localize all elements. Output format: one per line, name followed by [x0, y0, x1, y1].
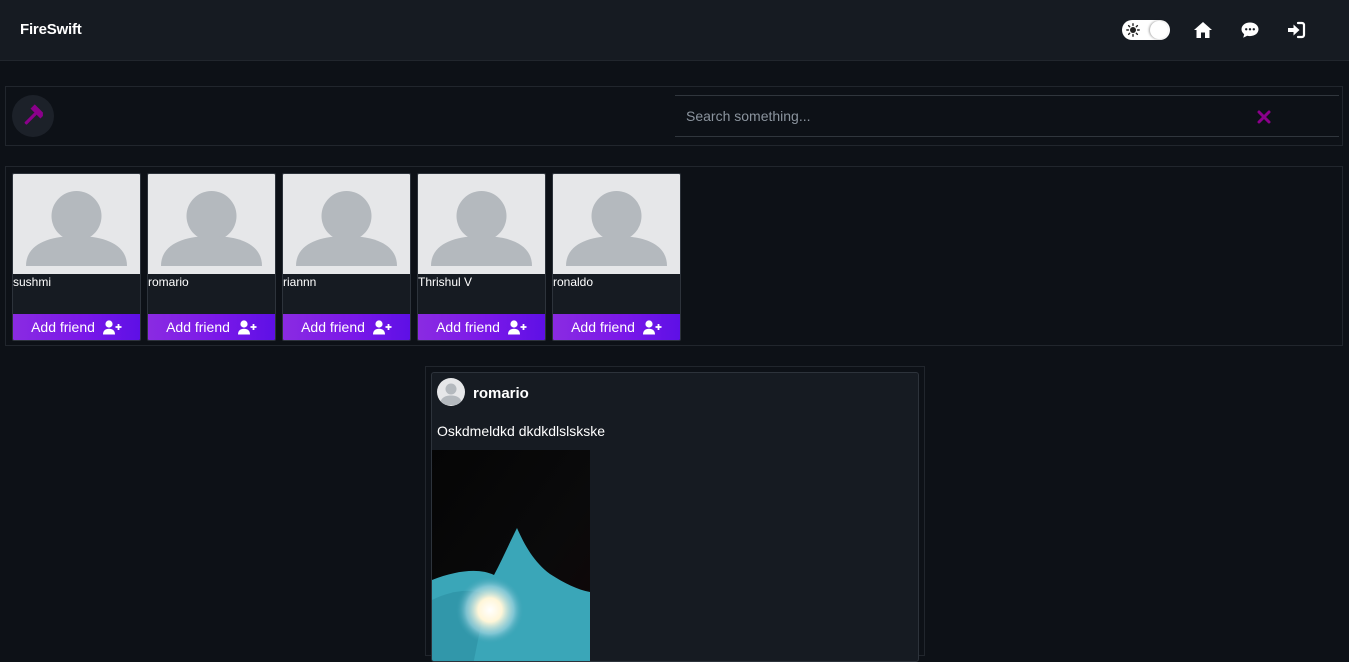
user-avatar — [418, 174, 545, 274]
theme-toggle[interactable] — [1122, 20, 1170, 40]
user-avatar — [13, 174, 140, 274]
toolbar — [5, 86, 1343, 146]
user-plus-icon — [642, 319, 662, 334]
add-friend-button[interactable]: Add friend — [148, 314, 275, 340]
author-avatar[interactable] — [437, 378, 465, 406]
user-card[interactable]: ronaldo Add friend — [552, 173, 681, 341]
add-friend-label: Add friend — [436, 319, 500, 335]
user-name[interactable]: riannn — [283, 275, 316, 289]
search-input[interactable] — [675, 96, 1235, 136]
add-friend-button[interactable]: Add friend — [283, 314, 410, 340]
add-friend-button[interactable]: Add friend — [553, 314, 680, 340]
user-plus-icon — [372, 319, 392, 334]
user-plus-icon — [507, 319, 527, 334]
close-icon[interactable] — [1257, 110, 1271, 124]
user-card[interactable]: romario Add friend — [147, 173, 276, 341]
sun-icon — [1126, 23, 1140, 37]
post-author[interactable]: romario — [473, 385, 529, 402]
post-image[interactable] — [432, 450, 590, 661]
user-card[interactable]: sushmi Add friend — [12, 173, 141, 341]
chat-icon[interactable] — [1240, 20, 1260, 40]
user-name[interactable]: Thrishul V — [418, 275, 472, 289]
hammer-button[interactable] — [12, 95, 54, 137]
add-friend-label: Add friend — [31, 319, 95, 335]
user-card[interactable]: Thrishul V Add friend — [417, 173, 546, 341]
user-avatar — [553, 174, 680, 274]
add-friend-button[interactable]: Add friend — [13, 314, 140, 340]
user-avatar — [148, 174, 275, 274]
user-name[interactable]: ronaldo — [553, 275, 593, 289]
user-card[interactable]: riannn Add friend — [282, 173, 411, 341]
post-card: romario Oskdmeldkd dkdkdlslskske — [431, 372, 919, 662]
search-box — [675, 95, 1339, 137]
toggle-knob[interactable] — [1150, 21, 1168, 39]
add-friend-label: Add friend — [571, 319, 635, 335]
user-name[interactable]: romario — [148, 275, 189, 289]
brand-logo[interactable]: FireSwift — [20, 21, 82, 38]
user-plus-icon — [102, 319, 122, 334]
user-avatar — [283, 174, 410, 274]
login-icon[interactable] — [1286, 20, 1306, 40]
navbar: FireSwift — [0, 0, 1349, 61]
post-text: Oskdmeldkd dkdkdlslskske — [437, 423, 606, 439]
add-friend-button[interactable]: Add friend — [418, 314, 545, 340]
add-friend-label: Add friend — [166, 319, 230, 335]
add-friend-label: Add friend — [301, 319, 365, 335]
friend-suggestions: sushmi Add friend romario Add friend ria… — [5, 166, 1343, 346]
hammer-icon — [24, 104, 43, 125]
user-plus-icon — [237, 319, 257, 334]
user-name[interactable]: sushmi — [13, 275, 51, 289]
post-feed: romario Oskdmeldkd dkdkdlslskske — [425, 366, 925, 662]
home-icon[interactable] — [1193, 20, 1213, 40]
